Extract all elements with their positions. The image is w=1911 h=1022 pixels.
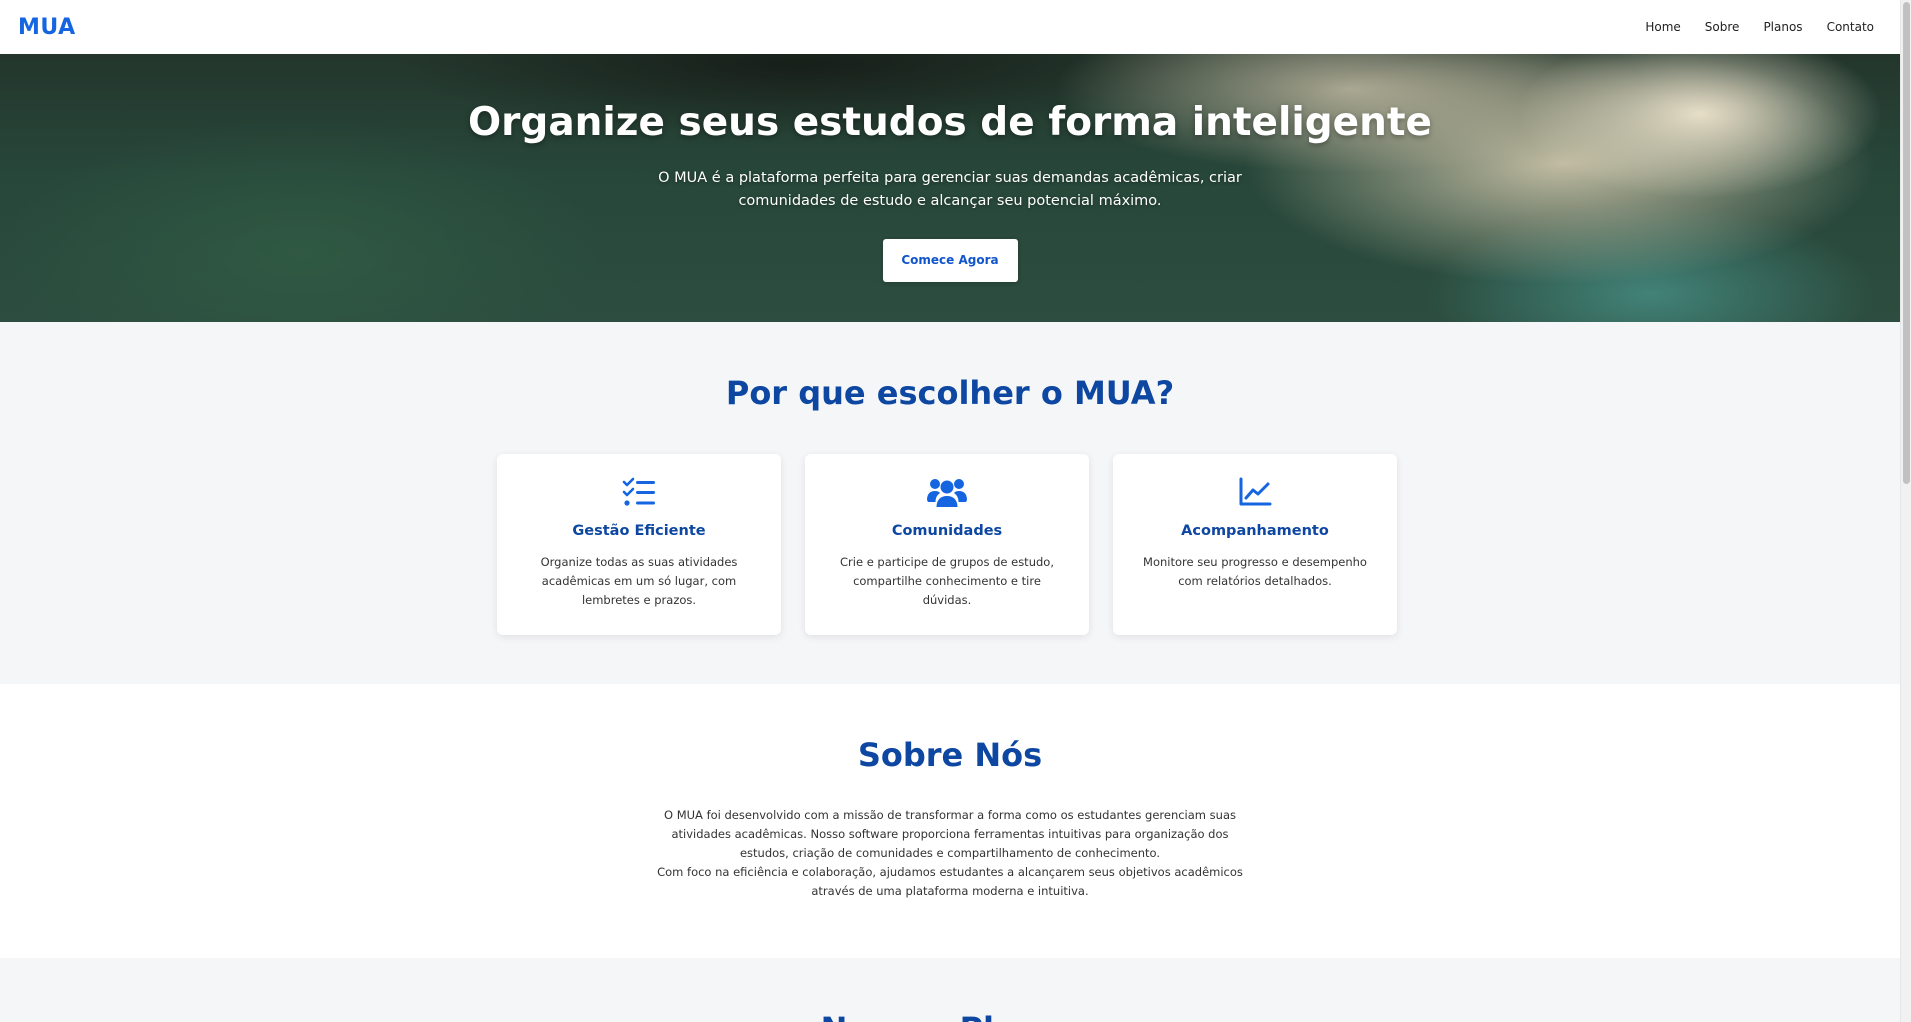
feature-card-gestao: Gestão Eficiente Organize todas as suas … (497, 454, 781, 635)
plans-title: Nossos Planos (0, 1010, 1900, 1022)
page-scrollbar[interactable] (1900, 0, 1911, 1022)
feature-cards: Gestão Eficiente Organize todas as suas … (497, 454, 1397, 635)
feature-title: Gestão Eficiente (572, 523, 706, 539)
feature-text: Crie e participe de grupos de estudo, co… (840, 555, 1054, 607)
nav-link-home[interactable]: Home (1645, 20, 1680, 34)
about-title: Sobre Nós (857, 736, 1043, 774)
logo[interactable]: MUA (18, 15, 76, 40)
feature-card-comunidades: Comunidades Crie e participe de grupos d… (805, 454, 1089, 635)
feature-card-acompanhamento: Acompanhamento Monitore seu progresso e … (1113, 454, 1397, 635)
feature-text: Organize todas as suas atividades acadêm… (540, 555, 738, 607)
about-paragraph: O MUA foi desenvolvido com a missão de t… (664, 808, 1236, 860)
features-title: Por que escolher o MUA? (725, 374, 1175, 412)
line-chart-icon (1113, 476, 1397, 512)
feature-title: Comunidades (891, 523, 1003, 539)
about-text: O MUA foi desenvolvido com a missão de t… (650, 806, 1250, 901)
comece-agora-button[interactable]: Comece Agora (882, 239, 1018, 282)
scrollbar-thumb[interactable] (1903, 2, 1910, 484)
navbar: MUA Home Sobre Planos Contato (0, 0, 1900, 54)
plans-section: Nossos Planos (0, 958, 1900, 1022)
nav-link-contato[interactable]: Contato (1827, 20, 1874, 34)
features-section: Por que escolher o MUA? Gestão Eficiente… (0, 322, 1900, 684)
hero-subtitle: O MUA é a plataforma perfeita para geren… (658, 170, 1242, 209)
nav-link-sobre[interactable]: Sobre (1705, 20, 1740, 34)
feature-text: Monitore seu progresso e desempenho com … (1143, 555, 1367, 588)
hero-section: Organize seus estudos de forma inteligen… (0, 54, 1900, 322)
nav-link-planos[interactable]: Planos (1763, 20, 1802, 34)
task-list-icon (497, 476, 781, 512)
nav-links: Home Sobre Planos Contato (1645, 20, 1874, 34)
feature-title: Acompanhamento (1181, 523, 1329, 539)
hero-title: Organize seus estudos de forma inteligen… (468, 100, 1432, 145)
hero-content: Organize seus estudos de forma inteligen… (0, 54, 1900, 282)
users-group-icon (805, 476, 1089, 512)
about-section: Sobre Nós O MUA foi desenvolvido com a m… (0, 684, 1900, 958)
about-paragraph: Com foco na eficiência e colaboração, aj… (657, 865, 1243, 898)
